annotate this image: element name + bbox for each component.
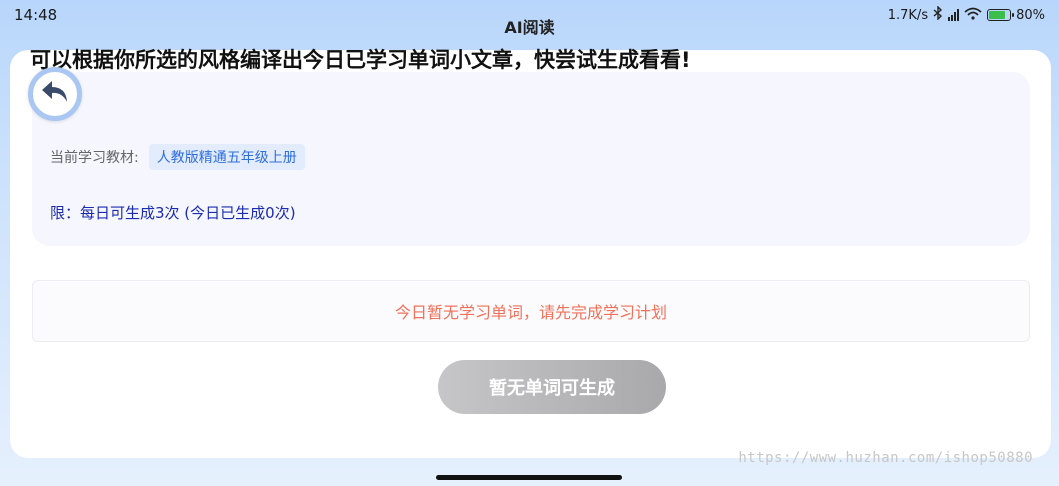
daily-limit-text: 限：每日可生成3次 (今日已生成0次)	[50, 204, 296, 222]
bluetooth-icon	[933, 5, 943, 24]
signal-icon	[948, 9, 960, 21]
home-indicator[interactable]	[436, 475, 622, 480]
status-icons: 1.7K/s 80%	[887, 5, 1045, 24]
notice-text: 今日暂无学习单词，请先完成学习计划	[394, 303, 667, 322]
info-box: 当前学习教材: 人教版精通五年级上册 限：每日可生成3次 (今日已生成0次)	[32, 72, 1030, 246]
textbook-tag[interactable]: 人教版精通五年级上册	[148, 144, 305, 170]
watermark: https://www.huzhan.com/ishop50880	[738, 450, 1033, 466]
headline: 可以根据你所选的风格编译出今日已学习单词小文章，快尝试生成看看!	[30, 48, 691, 72]
wifi-icon	[964, 7, 982, 24]
textbook-row: 当前学习教材: 人教版精通五年级上册	[50, 144, 305, 170]
textbook-label: 当前学习教材:	[50, 150, 139, 166]
main-card: 当前学习教材: 人教版精通五年级上册 限：每日可生成3次 (今日已生成0次) 今…	[10, 50, 1051, 458]
status-bar: 14:48 AI阅读 1.7K/s 80%	[0, 0, 1059, 37]
back-arrow-icon	[40, 79, 70, 109]
battery-icon	[987, 9, 1015, 21]
generate-button[interactable]: 暂无单词可生成	[438, 360, 666, 414]
notice-box: 今日暂无学习单词，请先完成学习计划	[32, 280, 1030, 342]
battery-fill	[989, 11, 1006, 19]
net-speed: 1.7K/s	[887, 7, 929, 23]
battery-percent: 80%	[1016, 7, 1045, 23]
back-button[interactable]	[28, 67, 82, 121]
